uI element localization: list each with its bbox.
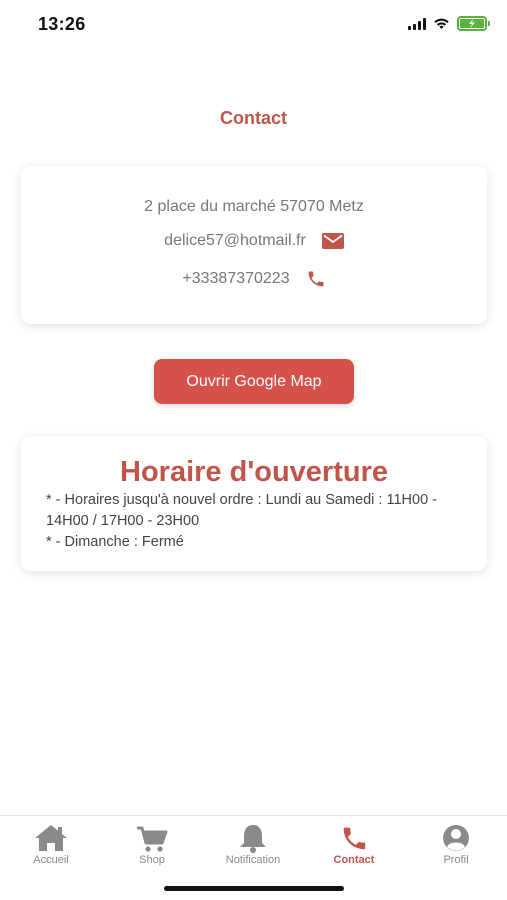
opening-hours-card: Horaire d'ouverture * - Horaires jusqu'à… xyxy=(21,436,487,571)
user-icon xyxy=(443,825,469,851)
wifi-icon xyxy=(434,18,449,29)
address-text: 2 place du marché 57070 Metz xyxy=(144,198,364,215)
mail-icon[interactable] xyxy=(321,233,344,249)
bell-icon xyxy=(240,825,266,853)
home-indicator xyxy=(164,886,344,891)
tab-label: Shop xyxy=(139,854,165,866)
phone-row[interactable]: +33387370223 xyxy=(21,269,487,289)
cellular-signal-icon xyxy=(408,17,426,30)
status-bar: 13:26 xyxy=(0,0,507,50)
opening-hours-text: * - Horaires jusqu'à nouvel ordre : Lund… xyxy=(46,490,466,553)
tab-label: Profil xyxy=(443,854,469,866)
phone-text[interactable]: +33387370223 xyxy=(182,270,289,288)
tab-shop[interactable]: Shop xyxy=(107,822,197,866)
email-text[interactable]: delice57@hotmail.fr xyxy=(164,232,306,250)
address-row: 2 place du marché 57070 Metz xyxy=(21,198,487,216)
contact-card: 2 place du marché 57070 Metz delice57@ho… xyxy=(21,166,487,324)
tab-label: Accueil xyxy=(33,854,69,866)
tab-label: Notification xyxy=(225,854,281,866)
battery-icon xyxy=(457,16,490,31)
page-title: Contact xyxy=(220,108,287,128)
tab-label: Contact xyxy=(333,854,375,866)
email-row[interactable]: delice57@hotmail.fr xyxy=(21,232,487,250)
bottom-tab-bar: Accueil Shop Notification Contact Profil xyxy=(0,815,507,900)
status-icons xyxy=(408,16,490,31)
tab-profil[interactable]: Profil xyxy=(411,822,501,866)
opening-hours-title: Horaire d'ouverture xyxy=(120,456,388,488)
home-icon xyxy=(35,825,67,851)
open-google-map-button[interactable]: Ouvrir Google Map xyxy=(154,359,354,404)
tab-notification[interactable]: Notification xyxy=(208,822,298,866)
hours-weekdays: * - Horaires jusqu'à nouvel ordre : Lund… xyxy=(46,492,437,529)
phone-icon xyxy=(343,827,366,850)
hours-sunday: * - Dimanche : Fermé xyxy=(46,534,184,550)
phone-icon[interactable] xyxy=(306,269,326,289)
tab-accueil[interactable]: Accueil xyxy=(6,822,96,866)
cart-icon xyxy=(137,826,168,852)
status-time: 13:26 xyxy=(38,14,86,34)
tab-contact[interactable]: Contact xyxy=(309,822,399,866)
